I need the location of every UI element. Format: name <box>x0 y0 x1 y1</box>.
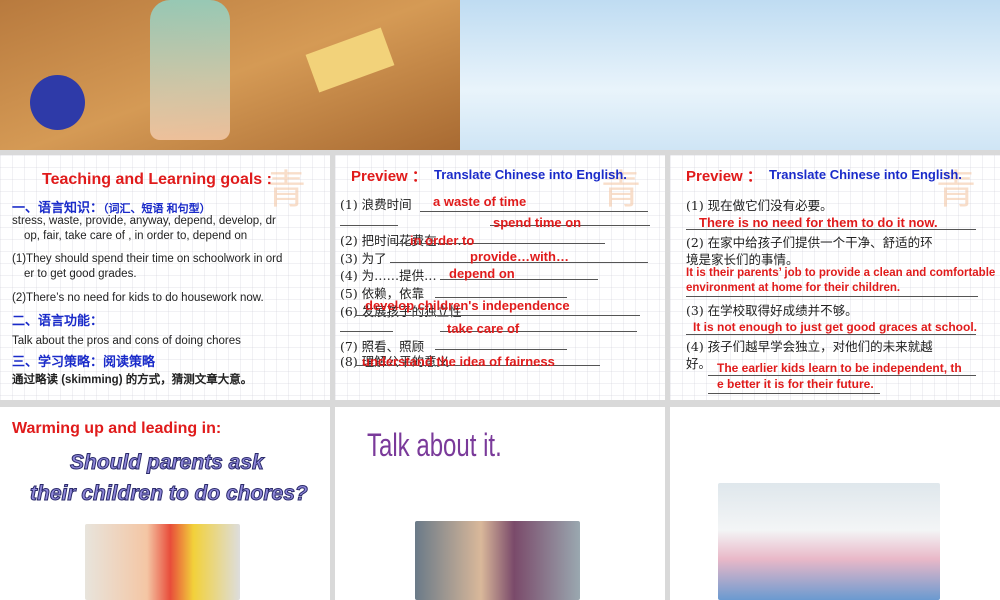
blank-line <box>708 393 880 394</box>
preview-label: Preview ： <box>686 168 762 185</box>
answer-2: It is their parents’ job to provide a cl… <box>686 267 996 279</box>
blank-line <box>340 331 393 332</box>
item-4: (4) 为……提供… <box>340 268 437 283</box>
answer-1: a waste of time <box>433 194 527 209</box>
boy-photo <box>415 521 580 600</box>
slide-warming-up[interactable]: Warming up and leading in: Should parent… <box>0 407 330 600</box>
instruction: Translate Chinese into English. <box>769 167 962 182</box>
heading-sub: （词汇、短语 和句型） <box>103 203 211 215</box>
slide-top-image[interactable] <box>0 0 1000 150</box>
heading-text: 一、语言知识： <box>12 200 104 215</box>
blank-line <box>355 315 640 316</box>
slide-preview-phrases[interactable]: 青 Preview ： Translate Chinese into Engli… <box>335 155 665 400</box>
answer-2-cont: environment at home for their children. <box>686 282 901 294</box>
answer-6: develop children's independence <box>365 298 570 313</box>
seal-watermark: 青 <box>936 167 976 213</box>
blank-line <box>420 211 648 212</box>
instruction: Translate Chinese into English. <box>434 167 627 182</box>
answer-1: There is no need for them to do it now. <box>699 215 938 230</box>
floor-cartoon-image <box>0 0 460 150</box>
function-text: Talk about the pros and cons of doing ch… <box>12 335 241 347</box>
heading-strategy: 三、学习策略：阅读策略 <box>12 354 156 369</box>
cleaning-pad <box>305 27 395 93</box>
strategy-text: 通过略读 (skimming) 的方式，猜测文章大意。 <box>12 374 253 386</box>
slide-title: Teaching and Learning goals : <box>42 171 272 188</box>
slide-preview-sentences[interactable]: 青 Preview ： Translate Chinese into Engli… <box>670 155 1000 400</box>
answer-5: depend on <box>449 266 515 281</box>
answer-3: It is not enough to just get good graces… <box>693 320 978 334</box>
question-1: (1) 现在做它们没有必要。 <box>686 198 833 213</box>
child-laundry-photo <box>718 483 940 600</box>
slide-talk-about-it[interactable]: Talk about it. <box>335 407 665 600</box>
heading-language-function: 二、语言功能： <box>12 313 104 328</box>
blank-line <box>686 334 976 335</box>
blank-line <box>686 296 978 297</box>
sentence-1: (1)They should spend their time on schoo… <box>12 253 283 265</box>
question-3: (3) 在学校取得好成绩并不够。 <box>686 303 858 318</box>
vocab-line: stress, waste, provide, anyway, depend, … <box>12 215 276 227</box>
answer-8: understand the idea of fairness <box>362 354 555 369</box>
seal-watermark: 青 <box>266 167 306 213</box>
question-2-cont: 境是家长们的事情。 <box>686 252 799 267</box>
blank-line <box>340 225 398 226</box>
girl-cleaning-photo <box>85 524 240 600</box>
answer-4: The earlier kids learn to be independent… <box>717 361 962 375</box>
sky-image <box>460 0 1000 150</box>
girl-figure <box>150 0 230 140</box>
item-1: (1) 浪费时间 <box>340 197 412 212</box>
blank-line <box>708 375 976 376</box>
slide-title: Talk about it. <box>367 427 502 463</box>
answer-7: take care of <box>447 321 520 336</box>
seal-watermark: 青 <box>601 167 641 213</box>
blank-line <box>435 349 567 350</box>
sentence-2: (2)There’s no need for kids to do housew… <box>12 292 264 304</box>
heading-language-knowledge: 一、语言知识：（词汇、短语 和句型） <box>12 197 211 216</box>
vocab-line: op, fair, take care of , in order to, de… <box>24 230 248 242</box>
answer-2: spend time on <box>493 215 582 230</box>
preview-label: Preview ： <box>351 168 427 185</box>
slide-photo[interactable] <box>670 407 1000 600</box>
question-4: (4) 孩子们越早学会独立，对他们的未来就越 <box>686 339 933 354</box>
answer-3: in order to <box>410 233 475 248</box>
vacuum-icon <box>30 75 85 130</box>
question-line: Should parents ask <box>70 451 265 475</box>
sentence-1-cont: er to get good grades. <box>24 268 137 280</box>
slide-title: Warming up and leading in: <box>12 420 222 437</box>
slide-teaching-goals[interactable]: 青 Teaching and Learning goals : 一、语言知识：（… <box>0 155 330 400</box>
answer-4: provide…with… <box>470 249 569 264</box>
answer-4-cont: e better it is for their future. <box>717 377 874 391</box>
question-4-cont: 好。 <box>686 356 712 371</box>
question-line: their children to do chores? <box>30 482 309 506</box>
